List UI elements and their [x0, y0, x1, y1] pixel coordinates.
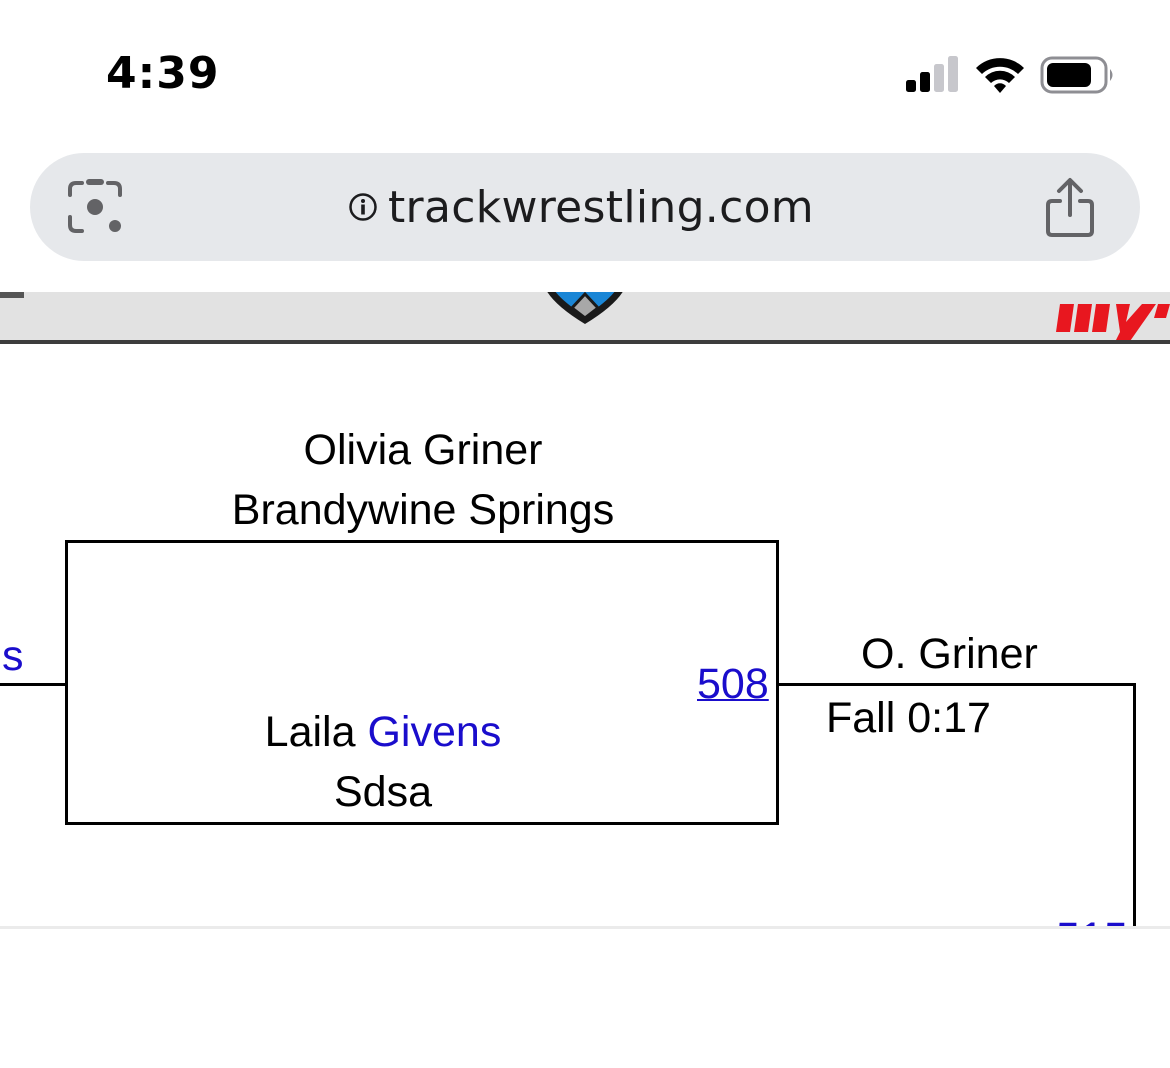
content-bottom-divider — [0, 926, 1170, 929]
camera-icon[interactable] — [66, 179, 124, 235]
previous-match-link[interactable]: s — [2, 632, 24, 681]
info-icon[interactable] — [348, 192, 378, 222]
top-wrestler-name: Olivia Griner — [303, 426, 543, 474]
share-icon[interactable] — [1042, 177, 1098, 239]
site-header — [0, 292, 1170, 340]
bracket-line-down — [1133, 683, 1136, 928]
url-text[interactable]: trackwrestling.com — [388, 182, 814, 233]
status-bar: 4:39 — [0, 0, 1170, 140]
address-bar[interactable]: trackwrestling.com — [30, 153, 1140, 261]
bracket: s Olivia Griner Brandywine Springs Laila… — [0, 344, 1170, 928]
page: 4:39 trackwrestling.com s Olivia Griner … — [0, 0, 1170, 1068]
top-wrestler-team: Brandywine Springs — [231, 486, 615, 534]
bottom-wrestler-name: Laila Givens — [0, 708, 766, 757]
signal-icon — [906, 56, 958, 92]
bottom-wrestler-team: Sdsa — [333, 768, 432, 816]
status-time: 4:39 — [106, 48, 220, 99]
bracket-line-left — [0, 683, 66, 686]
match-number-link[interactable]: 508 — [697, 660, 769, 709]
header-menu-fragment — [0, 292, 24, 298]
match-box-top — [65, 540, 779, 543]
match-result-method: Fall 0:17 — [826, 694, 991, 742]
battery-icon — [1040, 56, 1113, 94]
wifi-icon — [976, 58, 1024, 93]
url-display[interactable]: trackwrestling.com — [348, 177, 814, 237]
match-winner: O. Griner — [861, 630, 1038, 678]
shield-logo-icon[interactable] — [540, 292, 630, 326]
bracket-line-right — [778, 683, 1136, 686]
bottom-wrestler-first-name: Laila — [264, 708, 356, 756]
match-box-bottom — [65, 822, 779, 825]
brand-logo-icon[interactable] — [1046, 292, 1170, 340]
bottom-wrestler-last-name-link[interactable]: Givens — [367, 708, 501, 756]
